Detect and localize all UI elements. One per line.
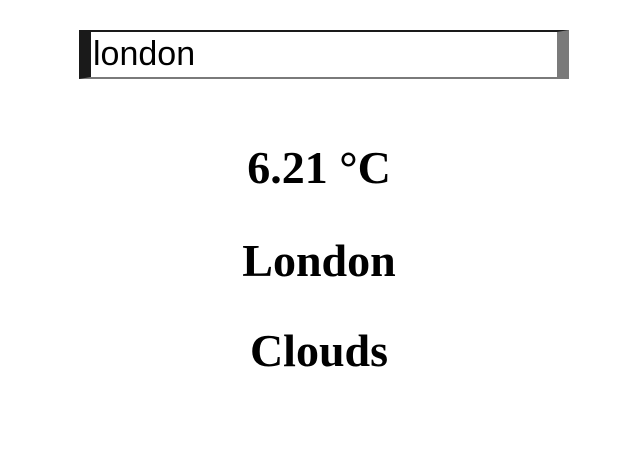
city-search-input[interactable]: [79, 30, 569, 79]
temperature-readout: 6.21 °C: [247, 142, 391, 193]
weather-app: 6.21 °C London Clouds: [0, 0, 638, 466]
weather-condition: Clouds: [249, 325, 389, 376]
city-name: London: [242, 235, 396, 286]
